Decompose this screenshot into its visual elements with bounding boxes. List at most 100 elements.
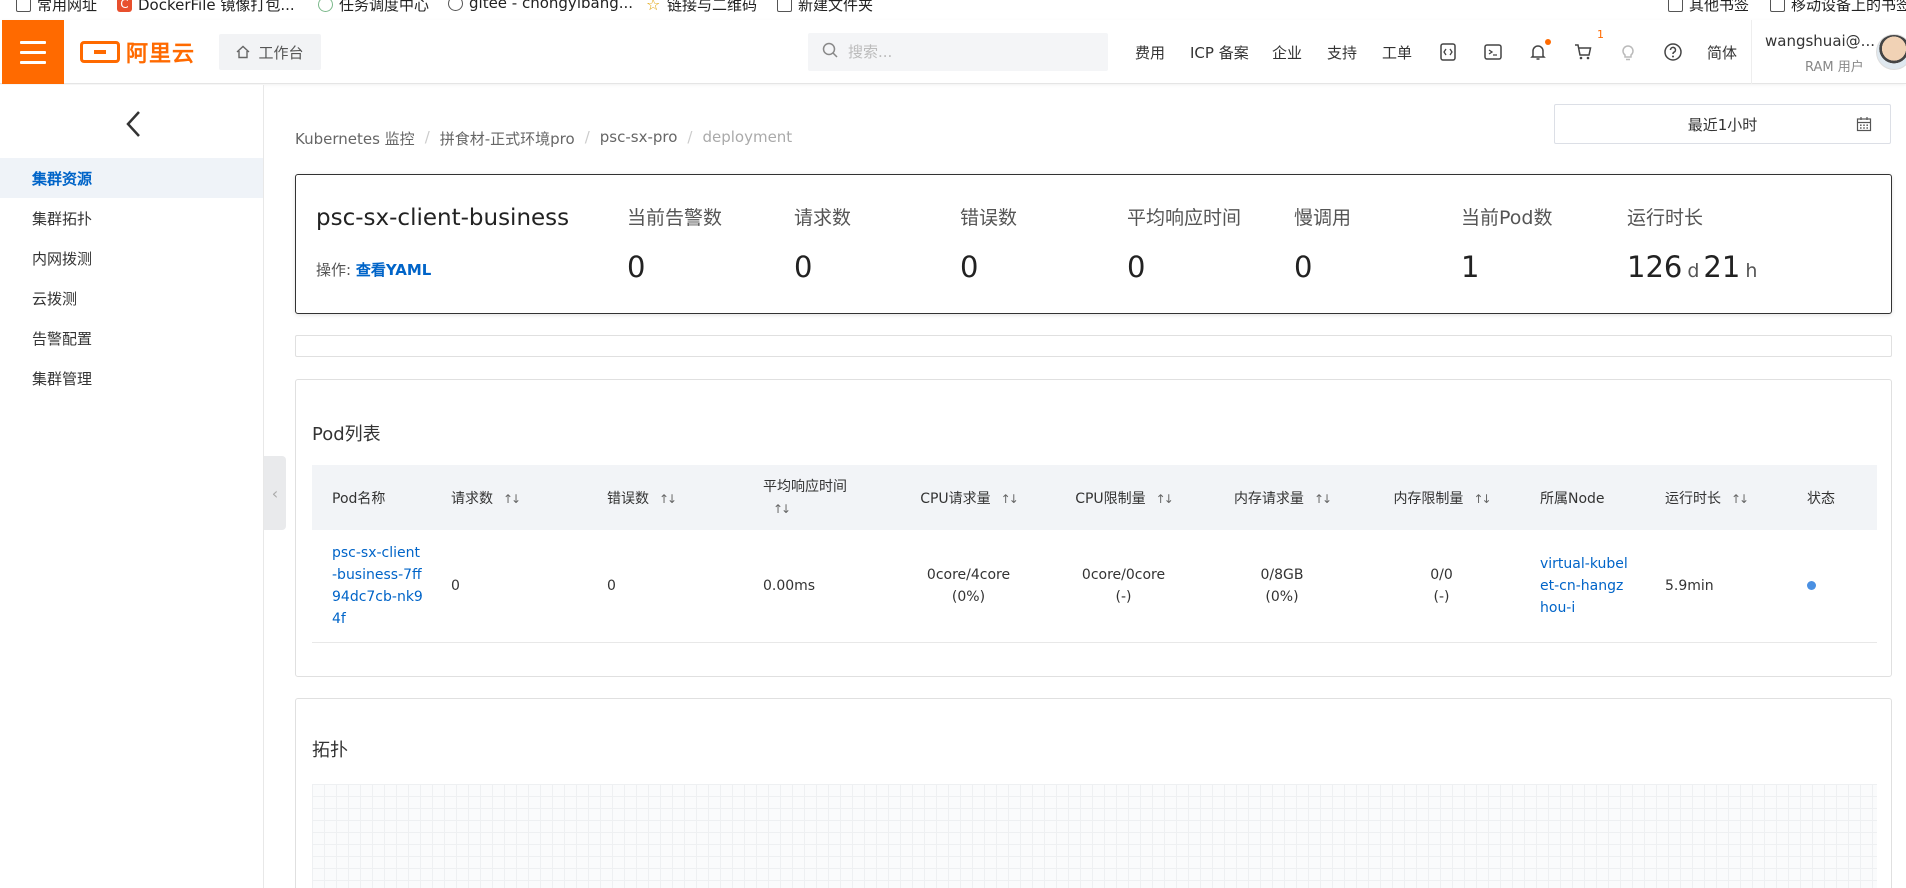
back-icon[interactable] — [122, 109, 146, 139]
nav-link-enterprise[interactable]: 企业 — [1272, 42, 1302, 63]
avg-rt-cell: 0.00ms — [743, 530, 891, 643]
sidebar-item-alert-config[interactable]: 告警配置 — [0, 318, 263, 358]
bookmark-item[interactable]: 任务调度中心 — [318, 0, 429, 15]
metric-uptime: 运行时长 126 d 21 h — [1627, 207, 1758, 284]
topology-canvas[interactable] — [312, 784, 1877, 888]
sort-icon[interactable]: ↑↓ — [1156, 492, 1174, 506]
nav-link-ticket[interactable]: 工单 — [1382, 42, 1412, 63]
chevron-left-icon: ‹ — [271, 483, 279, 503]
cpu-limit-cell: 0core/0core (-) — [1046, 530, 1201, 643]
terminal-icon[interactable] — [1482, 41, 1504, 63]
sidebar-item-cluster-resources[interactable]: 集群资源 — [0, 158, 263, 198]
top-navbar: 阿里云 工作台 费用 ICP 备案 企业 支持 工单 — [0, 20, 1906, 84]
column-header[interactable]: 运行时长 ↑↓ — [1645, 465, 1787, 530]
uptime-cell: 5.9min — [1645, 530, 1787, 643]
metric-errors: 错误数 0 — [960, 207, 1018, 284]
breadcrumb: Kubernetes 监控 / 拼食材-正式环境pro / psc-sx-pro… — [295, 128, 792, 149]
workbench-button[interactable]: 工作台 — [219, 34, 321, 70]
user-name[interactable]: wangshuai@... — [1765, 32, 1875, 50]
menu-icon-bar — [20, 50, 46, 54]
topology-card: 拓扑 — [295, 698, 1892, 888]
cart-icon[interactable] — [1572, 41, 1594, 63]
deployment-name: psc-sx-client-business — [316, 205, 570, 231]
node-link[interactable]: virtual-kubel et-cn-hangz hou-i — [1540, 556, 1628, 616]
cart-count-badge: 1 — [1597, 28, 1604, 41]
sort-icon[interactable]: ↑↓ — [1314, 492, 1332, 506]
nav-link-fees[interactable]: 费用 — [1135, 42, 1165, 63]
sort-icon[interactable]: ↑↓ — [503, 492, 521, 506]
memory-limit-cell: 0/0 (-) — [1363, 530, 1520, 643]
pod-name-cell[interactable]: psc-sx-client -business-7ff 94dc7cb-nk9 … — [312, 530, 431, 643]
sidebar-collapse-toggle[interactable]: ‹ — [264, 456, 286, 530]
menu-button[interactable] — [2, 20, 64, 84]
column-header[interactable]: 内存限制量 ↑↓ — [1363, 465, 1520, 530]
sort-icon[interactable]: ↑↓ — [1473, 492, 1491, 506]
user-role: RAM 用户 — [1805, 60, 1864, 75]
bookmark-item[interactable]: 常用网址 — [16, 0, 97, 15]
requests-cell: 0 — [431, 530, 587, 643]
column-header[interactable]: 内存请求量 ↑↓ — [1201, 465, 1363, 530]
docker-icon: C — [117, 0, 132, 12]
search-icon — [822, 42, 838, 62]
sort-icon[interactable]: ↑↓ — [659, 492, 677, 506]
lightbulb-icon[interactable] — [1617, 41, 1639, 63]
sort-icon[interactable]: ↑↓ — [1731, 492, 1749, 506]
bell-icon[interactable] — [1527, 39, 1551, 63]
column-header[interactable]: 平均响应时间 ↑↓ — [743, 465, 891, 530]
view-yaml-link[interactable]: 查看YAML — [356, 261, 432, 279]
sidebar-item-intranet-probe[interactable]: 内网拨测 — [0, 238, 263, 278]
column-header[interactable]: 请求数 ↑↓ — [431, 465, 587, 530]
globe-icon — [448, 0, 463, 11]
cpu-request-cell: 0core/4core (0%) — [891, 530, 1046, 643]
aliyun-logo[interactable]: 阿里云 — [80, 40, 195, 67]
column-header: 状态 — [1787, 465, 1877, 530]
bookmark-item[interactable]: gitee - chongyibang... — [448, 0, 633, 12]
time-range-picker[interactable]: 最近1小时 — [1554, 104, 1891, 144]
nav-link-icp[interactable]: ICP 备案 — [1190, 42, 1249, 63]
notification-dot — [1545, 39, 1551, 45]
breadcrumb-item[interactable]: 拼食材-正式环境pro — [440, 128, 575, 149]
status-cell — [1787, 530, 1877, 643]
bookmark-item[interactable]: ☆ 链接与二维码 — [646, 0, 757, 15]
search-box[interactable] — [808, 33, 1108, 71]
memory-request-cell: 0/8GB (0%) — [1201, 530, 1363, 643]
task-icon — [318, 0, 333, 12]
uptime-days: 126 — [1627, 250, 1683, 284]
sidebar-item-cluster-management[interactable]: 集群管理 — [0, 358, 263, 398]
sidebar: 集群资源 集群拓扑 内网拨测 云拨测 告警配置 集群管理 — [0, 85, 264, 888]
column-header[interactable]: CPU限制量 ↑↓ — [1046, 465, 1201, 530]
breadcrumb-separator: / — [687, 128, 693, 146]
table-row: psc-sx-client -business-7ff 94dc7cb-nk9 … — [312, 530, 1877, 643]
sort-icon[interactable]: ↑↓ — [1001, 492, 1019, 506]
bookmark-item[interactable]: 其他书签 — [1668, 0, 1749, 15]
pod-name-link[interactable]: psc-sx-client -business-7ff 94dc7cb-nk9 … — [332, 545, 423, 627]
calendar-icon — [1856, 116, 1872, 136]
bookmark-item[interactable]: C DockerFile 镜像打包... — [117, 0, 295, 15]
column-header[interactable]: CPU请求量 ↑↓ — [891, 465, 1046, 530]
sidebar-item-cluster-topology[interactable]: 集群拓扑 — [0, 198, 263, 238]
sort-icon[interactable]: ↑↓ — [773, 498, 791, 520]
star-icon: ☆ — [646, 0, 661, 14]
home-icon — [236, 45, 250, 59]
search-input[interactable] — [848, 43, 1088, 61]
empty-panel — [295, 335, 1892, 357]
avatar[interactable] — [1876, 34, 1906, 70]
metric-requests: 请求数 0 — [794, 207, 852, 284]
nav-link-support[interactable]: 支持 — [1327, 42, 1357, 63]
help-icon[interactable] — [1662, 41, 1684, 63]
topology-title: 拓扑 — [312, 740, 348, 761]
metric-avg-response-time: 平均响应时间 0 — [1127, 207, 1242, 284]
node-cell[interactable]: virtual-kubel et-cn-hangz hou-i — [1520, 530, 1645, 643]
sidebar-item-cloud-probe[interactable]: 云拨测 — [0, 278, 263, 318]
pod-table: Pod名称 请求数 ↑↓ 错误数 ↑↓ 平均响应时间 ↑↓ CPU请求量 ↑↓ CPU限… — [312, 465, 1877, 643]
breadcrumb-item[interactable]: Kubernetes 监控 — [295, 128, 415, 149]
breadcrumb-item-current: deployment — [702, 128, 793, 146]
column-header: 所属Node — [1520, 465, 1645, 530]
bookmark-item[interactable]: 移动设备上的书签 — [1770, 0, 1906, 15]
column-header[interactable]: 错误数 ↑↓ — [587, 465, 743, 530]
code-icon[interactable] — [1437, 41, 1459, 63]
language-switch[interactable]: 简体 — [1707, 42, 1737, 63]
breadcrumb-item[interactable]: psc-sx-pro — [600, 128, 678, 149]
bookmark-item[interactable]: 新建文件夹 — [777, 0, 873, 15]
divider — [1751, 20, 1752, 84]
